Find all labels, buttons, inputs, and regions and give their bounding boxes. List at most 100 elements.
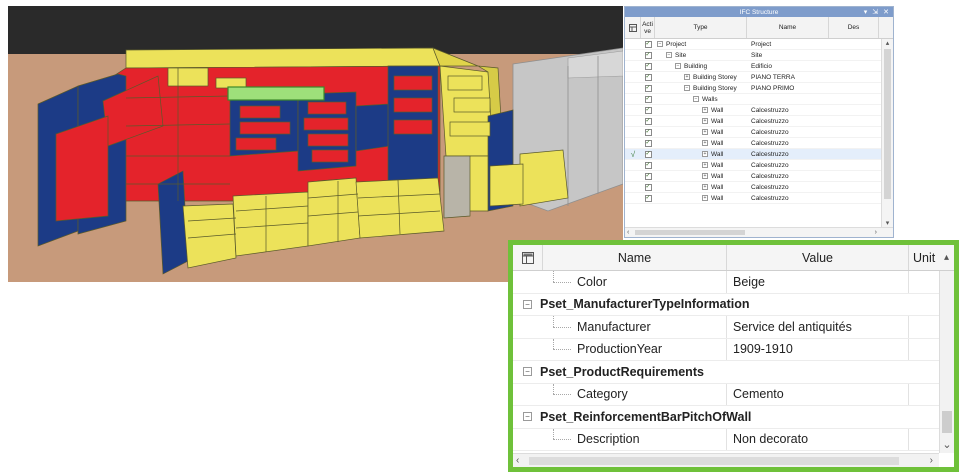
expand-icon[interactable]: + bbox=[702, 118, 708, 124]
expand-icon[interactable]: + bbox=[702, 162, 708, 168]
expand-icon[interactable]: + bbox=[702, 107, 708, 113]
property-value[interactable]: 1909-1910 bbox=[727, 338, 909, 360]
scroll-up-icon[interactable]: ▴ bbox=[939, 245, 954, 270]
property-value[interactable]: Non decorato bbox=[727, 428, 909, 450]
panel-pin-icon[interactable]: ⇲ bbox=[872, 8, 878, 16]
row-selector[interactable] bbox=[625, 160, 641, 171]
active-checkbox[interactable]: ✓ bbox=[644, 194, 652, 202]
ifc-tree-row[interactable]: ✓ − Building Edificio bbox=[625, 61, 881, 72]
property-group-row[interactable]: − Pset_ManufacturerTypeInformation bbox=[513, 294, 939, 316]
collapse-icon[interactable]: − bbox=[523, 367, 532, 377]
ifc-tree-row[interactable]: ✓ + Wall Calcestruzzo bbox=[625, 171, 881, 182]
collapse-icon[interactable]: − bbox=[693, 96, 699, 102]
collapse-icon[interactable]: − bbox=[657, 41, 663, 47]
active-checkbox[interactable]: ✓ bbox=[644, 161, 652, 169]
ifc-tree-row[interactable]: ✓ + Wall Calcestruzzo bbox=[625, 105, 881, 116]
ifc-tree-row[interactable]: ✓ + Wall Calcestruzzo bbox=[625, 160, 881, 171]
panel-close-icon[interactable]: ✕ bbox=[883, 8, 889, 16]
property-group-row[interactable]: − Pset_ProductRequirements bbox=[513, 361, 939, 384]
collapse-icon[interactable]: − bbox=[523, 412, 532, 422]
column-header-active[interactable]: Acti ve bbox=[641, 17, 655, 38]
ifc-horizontal-scrollbar[interactable]: ‹ › bbox=[625, 227, 893, 237]
active-checkbox[interactable]: ✓ bbox=[644, 128, 652, 136]
property-value[interactable]: Beige bbox=[727, 271, 909, 293]
row-selector[interactable] bbox=[625, 171, 641, 182]
active-checkbox[interactable]: ✓ bbox=[644, 62, 652, 70]
row-selector[interactable] bbox=[625, 72, 641, 83]
expand-icon[interactable]: + bbox=[702, 140, 708, 146]
collapse-icon[interactable]: − bbox=[523, 299, 532, 309]
row-selector[interactable] bbox=[625, 39, 641, 50]
ifc-tree-row[interactable]: ✓ − Building Storey PIANO PRIMO bbox=[625, 83, 881, 94]
scroll-thumb[interactable] bbox=[529, 457, 899, 465]
row-selector[interactable] bbox=[625, 83, 641, 94]
row-selector[interactable] bbox=[625, 182, 641, 193]
row-selector[interactable] bbox=[625, 61, 641, 72]
active-checkbox[interactable]: ✓ bbox=[644, 150, 652, 158]
row-selected-indicator[interactable]: √ bbox=[625, 149, 641, 160]
property-row[interactable]: Category Cemento bbox=[513, 383, 939, 406]
scroll-left-icon[interactable]: ‹ bbox=[516, 454, 519, 467]
scroll-down-icon[interactable]: ⌄ bbox=[940, 438, 954, 451]
column-chooser-icon[interactable] bbox=[513, 245, 543, 270]
ifc-tree-row[interactable]: ✓ + Wall Calcestruzzo bbox=[625, 193, 881, 204]
property-row[interactable]: ProductionYear 1909-1910 bbox=[513, 338, 939, 361]
scroll-thumb[interactable] bbox=[942, 411, 952, 433]
property-row[interactable]: Color Beige bbox=[513, 271, 939, 294]
column-chooser-icon[interactable] bbox=[625, 17, 641, 38]
property-group-row[interactable]: − Pset_ReinforcementBarPitchOfWall bbox=[513, 406, 939, 429]
ifc-tree-row[interactable]: √ ✓ + Wall Calcestruzzo bbox=[625, 149, 881, 160]
active-checkbox[interactable]: ✓ bbox=[644, 139, 652, 147]
property-vertical-scrollbar[interactable]: ⌄ bbox=[939, 271, 954, 453]
column-header-name[interactable]: Name bbox=[747, 17, 829, 38]
column-header-name[interactable]: Name bbox=[543, 245, 727, 270]
expand-icon[interactable]: + bbox=[702, 184, 708, 190]
ifc-tree-row[interactable]: ✓ + Wall Calcestruzzo bbox=[625, 138, 881, 149]
column-header-unit[interactable]: Unit bbox=[909, 245, 939, 270]
scroll-right-icon[interactable]: › bbox=[930, 454, 933, 467]
active-checkbox[interactable]: ✓ bbox=[644, 40, 652, 48]
row-selector[interactable] bbox=[625, 127, 641, 138]
ifc-tree-row[interactable]: ✓ − Site Site bbox=[625, 50, 881, 61]
ifc-tree-row[interactable]: ✓ − Walls bbox=[625, 94, 881, 105]
ifc-tree-row[interactable]: ✓ + Wall Calcestruzzo bbox=[625, 182, 881, 193]
active-checkbox[interactable]: ✓ bbox=[644, 95, 652, 103]
column-header-description[interactable]: Des bbox=[829, 17, 879, 38]
expand-icon[interactable]: + bbox=[702, 151, 708, 157]
ifc-tree-row[interactable]: ✓ + Wall Calcestruzzo bbox=[625, 127, 881, 138]
expand-icon[interactable]: + bbox=[702, 129, 708, 135]
collapse-icon[interactable]: − bbox=[684, 85, 690, 91]
collapse-icon[interactable]: − bbox=[666, 52, 672, 58]
scroll-right-icon[interactable]: › bbox=[875, 228, 877, 237]
expand-icon[interactable]: + bbox=[684, 74, 690, 80]
scroll-left-icon[interactable]: ‹ bbox=[627, 228, 629, 237]
ifc-tree-row[interactable]: ✓ + Building Storey PIANO TERRA bbox=[625, 72, 881, 83]
ifc-tree-row[interactable]: ✓ + Wall Calcestruzzo bbox=[625, 116, 881, 127]
active-checkbox[interactable]: ✓ bbox=[644, 117, 652, 125]
row-selector[interactable] bbox=[625, 116, 641, 127]
expand-icon[interactable]: + bbox=[702, 173, 708, 179]
property-row[interactable]: Manufacturer Service del antiquités bbox=[513, 316, 939, 339]
row-selector[interactable] bbox=[625, 50, 641, 61]
row-selector[interactable] bbox=[625, 193, 641, 204]
property-horizontal-scrollbar[interactable]: ‹ › bbox=[513, 453, 939, 467]
ifc-vertical-scrollbar[interactable]: ▴ ▾ bbox=[881, 39, 893, 227]
column-header-type[interactable]: Type bbox=[655, 17, 747, 38]
panel-dropdown-icon[interactable]: ▾ bbox=[864, 8, 868, 16]
scroll-down-icon[interactable]: ▾ bbox=[882, 219, 893, 227]
active-checkbox[interactable]: ✓ bbox=[644, 84, 652, 92]
active-checkbox[interactable]: ✓ bbox=[644, 73, 652, 81]
scroll-up-icon[interactable]: ▴ bbox=[882, 39, 893, 47]
property-value[interactable]: Cemento bbox=[727, 383, 909, 405]
active-checkbox[interactable]: ✓ bbox=[644, 106, 652, 114]
row-selector[interactable] bbox=[625, 138, 641, 149]
column-header-value[interactable]: Value bbox=[727, 245, 909, 270]
ifc-tree-row[interactable]: ✓ − Project Project bbox=[625, 39, 881, 50]
active-checkbox[interactable]: ✓ bbox=[644, 51, 652, 59]
row-selector[interactable] bbox=[625, 105, 641, 116]
active-checkbox[interactable]: ✓ bbox=[644, 172, 652, 180]
property-value[interactable]: Service del antiquités bbox=[727, 316, 909, 338]
scroll-thumb[interactable] bbox=[884, 49, 891, 199]
property-row[interactable]: Description Non decorato bbox=[513, 428, 939, 451]
collapse-icon[interactable]: − bbox=[675, 63, 681, 69]
